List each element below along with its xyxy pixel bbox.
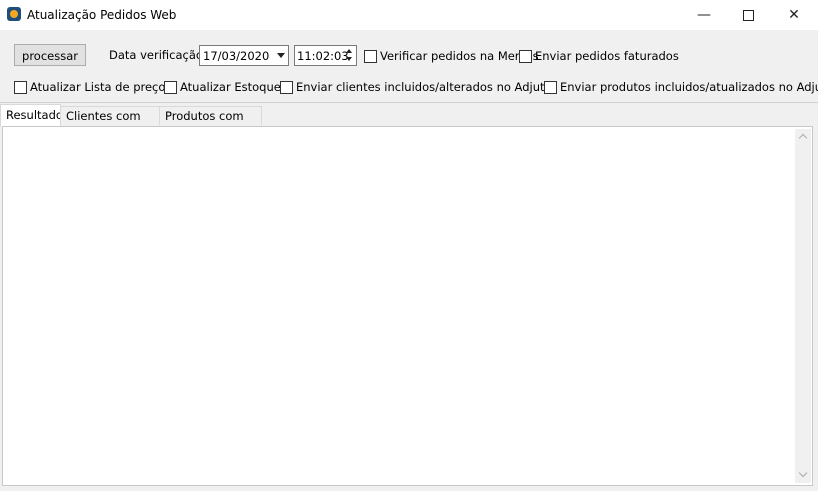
checkbox-label: Enviar produtos incluidos/atualizados no… xyxy=(560,80,818,94)
checkbox-label: Atualizar Lista de preços xyxy=(30,80,172,94)
title-bar: Atualização Pedidos Web — ✕ xyxy=(0,0,818,30)
scroll-up-icon[interactable] xyxy=(798,133,808,143)
date-picker[interactable]: 17/03/2020 xyxy=(199,45,289,66)
checkbox-icon[interactable] xyxy=(164,80,177,94)
vertical-scrollbar[interactable] xyxy=(795,129,811,483)
checkbox-label: Verificar pedidos na Mercos xyxy=(380,49,539,63)
chevron-down-icon[interactable] xyxy=(277,53,285,58)
checkbox-label: Enviar pedidos faturados xyxy=(535,49,679,63)
checkbox-icon[interactable] xyxy=(280,80,293,94)
toolbar: processar Data verificação: 17/03/2020 1… xyxy=(0,30,818,102)
time-picker[interactable]: 11:02:03 xyxy=(294,45,357,66)
spin-down-icon[interactable] xyxy=(346,57,352,61)
close-button[interactable]: ✕ xyxy=(771,0,817,30)
checkbox-enviar-clientes[interactable]: Enviar clientes incluidos/alterados no A… xyxy=(280,80,556,94)
checkbox-atualizar-precos[interactable]: Atualizar Lista de preços xyxy=(14,80,171,94)
checkbox-label: Atualizar Estoque xyxy=(180,80,281,94)
scroll-down-icon[interactable] xyxy=(798,468,808,478)
checkbox-icon[interactable] xyxy=(364,49,377,63)
checkbox-label: Enviar clientes incluidos/alterados no A… xyxy=(296,80,557,94)
checkbox-icon[interactable] xyxy=(544,80,557,94)
maximize-icon xyxy=(742,9,754,21)
date-value: 17/03/2020 xyxy=(203,49,270,63)
result-text-area[interactable] xyxy=(4,128,796,484)
time-value: 11:02:03 xyxy=(297,49,349,63)
tab-resultado[interactable]: Resultado xyxy=(0,104,63,127)
window-title: Atualização Pedidos Web xyxy=(27,8,177,22)
date-label: Data verificação: xyxy=(109,48,207,62)
checkbox-icon[interactable] xyxy=(14,80,27,94)
checkbox-verificar-mercos[interactable]: Verificar pedidos na Mercos xyxy=(364,49,539,63)
app-icon xyxy=(7,7,21,21)
checkbox-icon[interactable] xyxy=(519,49,532,63)
tab-produtos-erros[interactable]: Produtos com erros xyxy=(159,106,262,142)
divider xyxy=(0,102,818,103)
checkbox-enviar-produtos[interactable]: Enviar produtos incluidos/atualizados no… xyxy=(544,80,818,94)
tab-clientes-erros[interactable]: Clientes com erros xyxy=(60,106,160,142)
checkbox-enviar-faturados[interactable]: Enviar pedidos faturados xyxy=(519,49,679,63)
tab-bar: Resultado Clientes com erros Produtos co… xyxy=(0,104,818,142)
result-panel xyxy=(2,126,813,486)
checkbox-atualizar-estoque[interactable]: Atualizar Estoque xyxy=(164,80,281,94)
maximize-button[interactable] xyxy=(725,0,771,30)
process-button[interactable]: processar xyxy=(14,44,86,66)
spin-up-icon[interactable] xyxy=(346,49,352,53)
minimize-button[interactable]: — xyxy=(681,0,727,30)
